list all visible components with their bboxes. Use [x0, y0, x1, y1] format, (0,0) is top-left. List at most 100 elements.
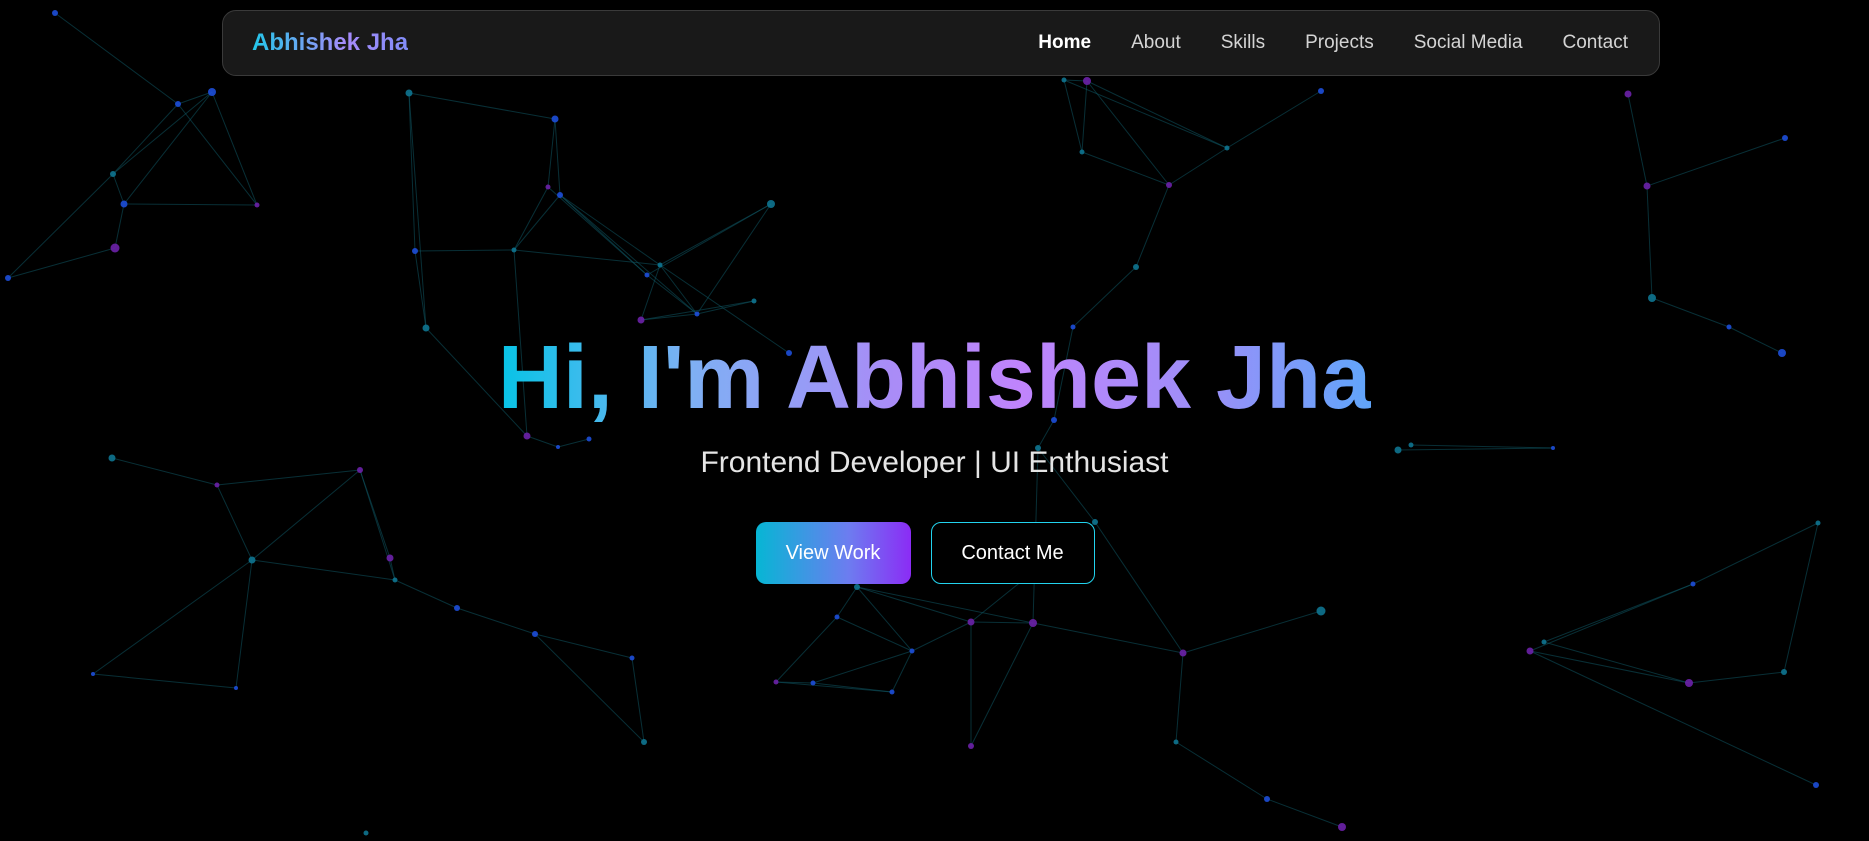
network-node	[363, 830, 369, 836]
contact-me-button[interactable]: Contact Me	[930, 522, 1095, 584]
network-link	[1135, 184, 1170, 268]
network-link	[559, 194, 698, 315]
network-node	[1264, 796, 1270, 802]
network-link	[1081, 80, 1088, 153]
network-link	[856, 586, 972, 623]
network-link	[414, 250, 427, 329]
network-link	[177, 103, 258, 206]
network-link	[513, 194, 561, 251]
network-node	[1338, 823, 1346, 831]
network-link	[7, 173, 114, 279]
network-link	[408, 92, 556, 120]
network-link	[7, 247, 116, 279]
network-link	[456, 607, 536, 635]
network-link	[696, 300, 755, 315]
network-node	[1526, 647, 1534, 655]
network-link	[112, 173, 125, 205]
network-link	[1688, 671, 1785, 684]
network-node	[254, 202, 260, 208]
nav-links: Home About Skills Projects Social Media …	[1038, 32, 1628, 54]
network-node	[1029, 619, 1037, 627]
navbar: Abhishek Jha Home About Skills Projects …	[222, 10, 1660, 76]
nav-item-skills[interactable]: Skills	[1221, 32, 1265, 54]
network-node	[214, 482, 220, 488]
network-link	[1072, 266, 1137, 328]
network-node	[412, 248, 418, 254]
network-node	[1316, 606, 1326, 616]
nav-item-contact[interactable]: Contact	[1563, 32, 1628, 54]
network-node	[110, 243, 120, 253]
network-link	[547, 118, 556, 188]
network-node	[1781, 669, 1787, 675]
network-node	[1813, 782, 1819, 788]
network-node	[511, 247, 517, 253]
network-node	[1179, 649, 1187, 657]
network-link	[1646, 185, 1653, 299]
network-link	[534, 633, 645, 743]
network-link	[1168, 147, 1228, 186]
network-node	[120, 200, 128, 208]
network-node	[1685, 679, 1693, 687]
network-link	[513, 186, 549, 251]
network-link	[114, 203, 125, 249]
network-link	[408, 92, 427, 329]
network-node	[909, 648, 915, 654]
network-node	[1079, 149, 1085, 155]
network-node	[1166, 182, 1172, 188]
network-link	[112, 103, 179, 175]
network-node	[1083, 77, 1091, 85]
network-link	[1175, 652, 1184, 743]
network-link	[1175, 741, 1268, 800]
network-link	[1646, 137, 1786, 187]
network-link	[970, 622, 1034, 747]
network-node	[91, 672, 95, 676]
network-link	[1529, 650, 1690, 684]
network-link	[970, 621, 1034, 624]
network-link	[775, 681, 893, 693]
network-node	[968, 743, 974, 749]
network-node	[1782, 135, 1788, 141]
hero-subtitle: Frontend Developer | UI Enthusiast	[700, 446, 1169, 479]
network-node	[1318, 88, 1324, 94]
nav-item-projects[interactable]: Projects	[1305, 32, 1374, 54]
network-link	[891, 650, 913, 693]
network-link	[836, 616, 913, 652]
network-link	[414, 249, 515, 252]
network-link	[1063, 79, 1083, 153]
hero-title-text: Hi, I'm Abhishek Jha	[497, 328, 1372, 428]
network-node	[889, 689, 895, 695]
network-node	[1224, 145, 1230, 151]
network-link	[211, 91, 258, 206]
network-link	[812, 650, 913, 684]
network-node	[834, 614, 840, 620]
network-node	[545, 184, 551, 190]
network-link	[1063, 79, 1228, 149]
network-node	[110, 171, 116, 177]
network-link	[123, 203, 258, 206]
view-work-button[interactable]: View Work	[755, 522, 911, 584]
network-link	[1543, 641, 1690, 684]
network-link	[559, 194, 661, 266]
network-node	[52, 10, 58, 16]
network-node	[637, 316, 645, 324]
network-node	[586, 436, 592, 442]
network-link	[1226, 90, 1322, 149]
hero-title: Hi, I'm Abhishek Jha	[0, 328, 1869, 428]
network-node	[629, 655, 635, 661]
network-link	[1086, 80, 1228, 149]
network-link	[112, 91, 213, 175]
nav-item-about[interactable]: About	[1131, 32, 1181, 54]
network-node	[532, 631, 538, 637]
network-node	[1173, 739, 1179, 745]
network-link	[408, 92, 416, 252]
nav-item-home[interactable]: Home	[1038, 32, 1091, 54]
network-link	[646, 203, 772, 276]
brand-logo[interactable]: Abhishek Jha	[252, 29, 408, 57]
network-node	[175, 101, 181, 107]
network-node	[5, 275, 11, 281]
network-link	[836, 586, 858, 618]
network-link	[1182, 610, 1322, 654]
network-node	[1648, 294, 1656, 302]
network-node	[751, 298, 757, 304]
nav-item-social-media[interactable]: Social Media	[1414, 32, 1523, 54]
